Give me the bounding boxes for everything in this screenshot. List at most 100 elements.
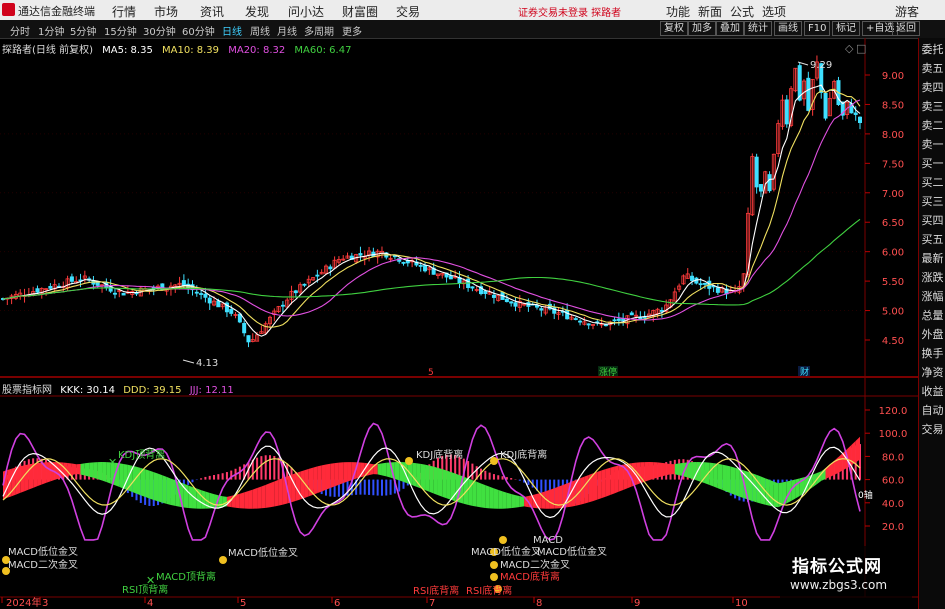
candle-body — [690, 275, 695, 281]
jjj-value: JJJ: 12.11 — [189, 385, 234, 396]
indicator-ribbon — [166, 476, 171, 505]
indicator-ribbon — [188, 485, 193, 509]
candle-body — [418, 265, 423, 267]
indicator-ribbon — [334, 462, 339, 487]
indicator-ribbon — [481, 483, 486, 508]
indicator-ribbon — [76, 463, 81, 475]
indicator-ribbon — [209, 492, 215, 509]
indicator-ribbon — [855, 436, 860, 463]
indicator-ribbon — [274, 479, 279, 507]
histogram-bar — [385, 479, 388, 496]
indicator-ribbon — [549, 488, 555, 509]
event-marker[interactable]: 涨停 — [599, 366, 617, 378]
kline-chart[interactable]: 9.00 8.50 8.00 7.50 7.00 6.50 6.00 5.50 5.00 4.50… — [0, 0, 945, 609]
histogram-bar — [213, 475, 216, 480]
price-tick-label: 6.50 — [882, 218, 904, 229]
signal-label: MACD二次金叉 — [500, 558, 570, 571]
indicator-ribbon — [257, 486, 262, 509]
candle-body — [754, 156, 759, 188]
candle-body — [702, 282, 707, 285]
date-tick-label: 5 — [240, 598, 246, 609]
signal-rsi-bottom: RSI底背离 — [466, 584, 512, 597]
indicator-ribbon — [136, 466, 141, 496]
indicator-ribbon — [515, 495, 520, 508]
indicator-ribbon — [158, 473, 163, 503]
candle-body — [328, 266, 333, 270]
indicator-ribbon — [239, 492, 245, 509]
side-panel-item: 涨跌 — [921, 271, 944, 284]
candle-body — [69, 276, 74, 282]
candle-body — [573, 318, 578, 320]
side-panel-item[interactable]: 交易 — [919, 422, 945, 438]
event-marker[interactable]: 5 — [428, 368, 434, 378]
indicator-ribbon — [149, 470, 154, 500]
candle-body — [806, 77, 811, 111]
histogram-bar — [389, 479, 392, 495]
side-panel-item: 总量 — [921, 309, 944, 322]
indicator-ribbon — [119, 463, 124, 489]
side-panel-item: 卖一 — [921, 138, 944, 151]
histogram-bar — [376, 479, 379, 496]
candle-body — [229, 309, 234, 314]
indicator-ribbon — [97, 462, 103, 481]
chart-settings-icon[interactable]: ◇ — [845, 42, 854, 55]
indicator-ribbon — [614, 465, 619, 494]
date-tick-label: 10 — [735, 598, 748, 609]
candle-body — [698, 283, 703, 286]
indicator-ribbon — [709, 462, 714, 487]
indicator-name: 股票指标网 — [2, 385, 52, 396]
candle-body — [194, 291, 199, 294]
stock-name: 探路者(日线 前复权) — [2, 45, 93, 56]
event-marker[interactable]: 财 — [800, 366, 809, 378]
price-tick-label: 5.50 — [882, 277, 904, 288]
indicator-ribbon — [644, 462, 649, 482]
histogram-bar — [540, 479, 543, 494]
histogram-bar — [260, 456, 263, 480]
signal-dot-icon — [499, 536, 507, 544]
indicator-ribbon — [412, 462, 417, 487]
candle-body — [199, 293, 204, 295]
indicator-tick-label: 60.0 — [882, 476, 904, 487]
indicator-ribbon — [511, 493, 516, 509]
side-panel-item: 涨幅 — [921, 290, 944, 303]
signal-dot-icon — [490, 561, 498, 569]
signal-label: RSI底背离 — [413, 584, 459, 597]
side-panel-item: 卖二 — [921, 119, 944, 132]
indicator-ribbon — [605, 467, 611, 497]
ma60-value: MA60: 6.47 — [294, 45, 352, 56]
candle-body — [612, 319, 617, 322]
indicator-ribbon — [317, 465, 322, 494]
indicator-tick-label: 80.0 — [882, 452, 904, 463]
indicator-ribbon — [442, 469, 447, 499]
side-panel-item: 买一 — [921, 157, 944, 170]
indicator-ribbon — [54, 462, 59, 480]
indicator-ribbon — [476, 481, 482, 508]
chart-maximize-icon[interactable]: □ — [856, 42, 866, 55]
histogram-bar — [471, 463, 474, 480]
indicator-ribbon — [433, 466, 438, 496]
ma5-line — [2, 84, 861, 337]
histogram-bar — [497, 475, 500, 480]
candle-body — [216, 300, 221, 308]
signal-x-icon: ✕ — [108, 456, 117, 469]
indicator-ribbon — [377, 463, 382, 476]
side-panel-item[interactable]: 自动 — [919, 403, 945, 419]
histogram-bar — [221, 473, 224, 480]
indicator-ribbon — [838, 453, 843, 473]
side-panel-item: 买四 — [921, 214, 944, 227]
signal-label-a: MACD低位金叉 — [471, 545, 541, 558]
side-panel-item: 委托 — [921, 43, 944, 56]
candle-body — [423, 265, 428, 272]
high-price-label: 9.29 — [810, 60, 832, 71]
signal-macd-bottom: MACD底背离 — [490, 570, 560, 583]
candle-body — [483, 290, 488, 294]
indicator-ribbon — [162, 475, 167, 504]
price-tick-label: 4.50 — [882, 336, 904, 347]
signal-label: KDJ底背离 — [500, 448, 547, 461]
signal-macd-second-cross: MACD二次金叉 — [490, 558, 570, 571]
price-tick-label: 8.50 — [882, 100, 904, 111]
candle-body — [513, 302, 518, 307]
histogram-bar — [217, 474, 220, 480]
candle-body — [315, 274, 320, 277]
indicator-ribbon — [140, 467, 146, 497]
